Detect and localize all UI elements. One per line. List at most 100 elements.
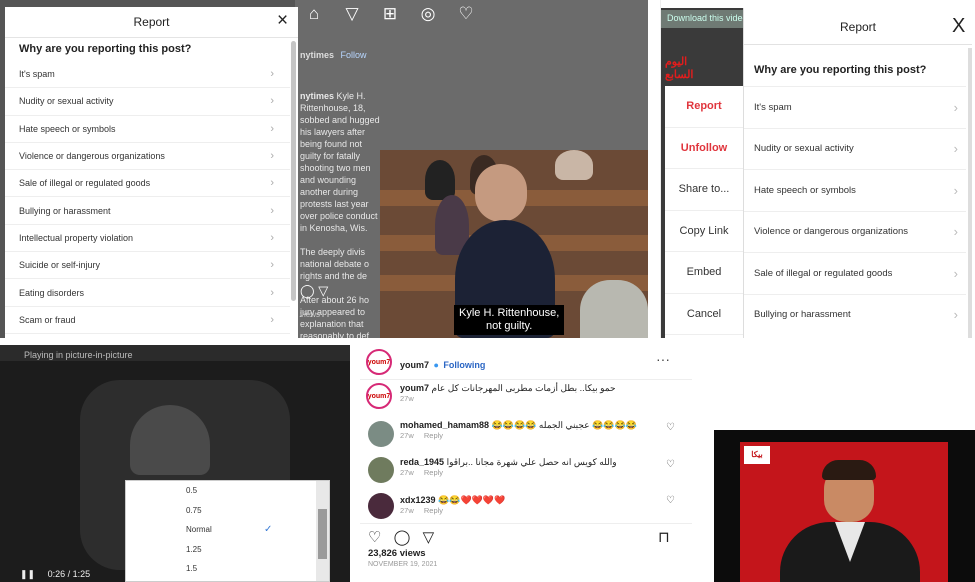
avatar[interactable]: youm7 (366, 349, 392, 375)
menu-cancel[interactable]: Cancel (665, 294, 743, 335)
report-reason-item[interactable]: Nudity or sexual activity › (5, 88, 290, 116)
report-reason-item[interactable]: It's spam › (5, 61, 290, 89)
post-date: NOVEMBER 19, 2021 (368, 561, 438, 568)
reason-label: Violence or dangerous organizations (19, 151, 165, 162)
reply-link[interactable]: Reply (424, 468, 443, 477)
menu-report[interactable]: Report (665, 86, 743, 128)
report-reason-item[interactable]: Violence or dangerous organizations › (5, 143, 290, 171)
heart-icon[interactable]: ♡ (666, 422, 675, 433)
views-count: views (300, 310, 321, 319)
report-reason-item[interactable]: Intellectual property violation › (5, 225, 290, 253)
report-reason-item[interactable]: Sale of illegal or regulated goods › (744, 252, 966, 294)
more-options-icon[interactable]: ··· (656, 351, 670, 367)
report-sheet: Report X Why are you reporting this post… (743, 8, 972, 338)
speed-option[interactable]: 0.75 (126, 501, 329, 521)
divider (744, 44, 972, 45)
report-reason-item[interactable]: Violence or dangerous organizations › (744, 210, 966, 253)
share-icon[interactable]: ▽ (423, 529, 435, 546)
avatar[interactable] (368, 421, 394, 447)
reason-label: Bullying or harassment (19, 205, 111, 216)
post-image-panel: بيكا (714, 430, 975, 582)
direct-message-icon[interactable]: ▽ (343, 4, 361, 24)
avatar[interactable]: youm7 (366, 383, 392, 409)
chevron-right-icon: › (270, 259, 274, 272)
speed-option-selected[interactable]: Normal ✓ (126, 520, 329, 540)
speed-option[interactable]: 1.5 (126, 559, 329, 579)
report-question: Why are you reporting this post? (754, 64, 927, 76)
reason-label: Nudity or sexual activity (19, 96, 114, 107)
close-icon[interactable]: X (952, 15, 965, 38)
account-name[interactable]: youm7 (400, 360, 429, 370)
avatar[interactable] (368, 493, 394, 519)
chevron-right-icon: › (953, 224, 958, 240)
new-post-icon[interactable]: ⊞ (381, 4, 399, 24)
menu-embed[interactable]: Embed (665, 252, 743, 294)
explore-icon[interactable]: ◎ (419, 4, 437, 24)
top-nav-icons: ⌂ ▽ ⊞ ◎ ♡ (305, 4, 475, 24)
report-reason-item[interactable]: Bullying or harassment › (5, 197, 290, 225)
caption-time: 27w (400, 394, 414, 403)
youm7-badge: بيكا (744, 446, 770, 464)
views-count: 23,826 views (368, 548, 426, 559)
like-icon[interactable]: ♡ (368, 529, 381, 546)
following-link[interactable]: Following (443, 360, 485, 370)
report-reason-item[interactable]: Scam or fraud › (5, 307, 290, 334)
scrollbar[interactable] (291, 41, 296, 301)
heart-icon[interactable]: ♡ (457, 4, 475, 24)
reply-link[interactable]: Reply (424, 431, 443, 440)
reply-link[interactable]: Reply (424, 506, 443, 515)
menu-copy-link[interactable]: Copy Link (665, 211, 743, 252)
report-reason-item[interactable]: Hate speech or symbols › (5, 116, 290, 143)
comment-user[interactable]: reda_1945 (400, 457, 444, 467)
comment-user[interactable]: mohamed_hamam88 (400, 420, 489, 430)
avatar[interactable] (368, 457, 394, 483)
caption-user[interactable]: nytimes (300, 91, 334, 101)
comment-user[interactable]: xdx1239 (400, 495, 436, 505)
post-image[interactable]: بيكا (740, 442, 948, 582)
report-reason-item[interactable]: Eating disorders › (5, 279, 290, 307)
verified-icon: ● (433, 360, 439, 370)
home-icon[interactable]: ⌂ (305, 4, 323, 24)
report-reason-item[interactable]: It's spam › (744, 86, 966, 128)
pause-icon[interactable]: ❚❚ (20, 569, 35, 579)
speed-label: 0.5 (186, 486, 198, 496)
comment-text: والله كويس انه حصل علي شهرة مجانا ..براڤ… (446, 457, 617, 467)
reason-label: It's spam (754, 101, 792, 113)
courtroom-video[interactable]: Kyle H. Rittenhouse, not guilty. (380, 150, 648, 338)
share-icon[interactable]: ▽ (318, 283, 328, 298)
report-reason-item[interactable]: Sale of illegal or regulated goods › (5, 170, 290, 198)
speed-option[interactable]: 1.25 (126, 540, 329, 560)
scrollbar[interactable] (968, 48, 972, 338)
account-name[interactable]: nytimes (300, 50, 334, 60)
menu-share-to[interactable]: Share to... (665, 169, 743, 211)
pip-label: Playing in picture-in-picture (24, 350, 133, 360)
scrollbar-thumb[interactable] (318, 509, 327, 559)
report-reason-item[interactable]: Hate speech or symbols › (744, 169, 966, 211)
bookmark-icon[interactable]: ⊓ (658, 528, 670, 546)
report-reason-item[interactable]: Bullying or harassment › (744, 293, 966, 336)
report-reason-item[interactable]: Suicide or self-injury › (5, 252, 290, 280)
close-icon[interactable]: × (277, 10, 288, 32)
comment-icon[interactable]: ◯ (394, 529, 411, 546)
reason-label: Sale of illegal or regulated goods (754, 267, 893, 279)
post-actions: ♡ ◯ ▽ (368, 528, 434, 546)
defendant-head (475, 164, 527, 222)
reason-label: Nudity or sexual activity (754, 143, 854, 155)
comment-icon[interactable]: ◯ (300, 283, 315, 298)
speed-option[interactable]: 0.5 (126, 481, 329, 501)
follow-link[interactable]: Follow (341, 50, 367, 60)
speed-label: 1.25 (186, 544, 202, 554)
chevron-right-icon: › (270, 313, 274, 326)
comment: reda_1945 والله كويس انه حصل علي شهرة مج… (400, 457, 650, 477)
divider (360, 523, 692, 524)
heart-icon[interactable]: ♡ (666, 459, 675, 470)
report-reason-item[interactable]: Nudity or sexual activity › (744, 127, 966, 170)
comment-text: 😂😂😂😂 عجبني الجمله 😂😂😂😂 (491, 420, 637, 430)
chevron-right-icon: › (953, 141, 958, 157)
caption-user[interactable]: youm7 (400, 383, 429, 393)
heart-icon[interactable]: ♡ (666, 495, 675, 506)
report-question: Why are you reporting this post? (19, 43, 192, 55)
speed-label: Normal (186, 525, 212, 535)
chevron-right-icon: › (953, 182, 958, 198)
menu-unfollow[interactable]: Unfollow (665, 128, 743, 169)
